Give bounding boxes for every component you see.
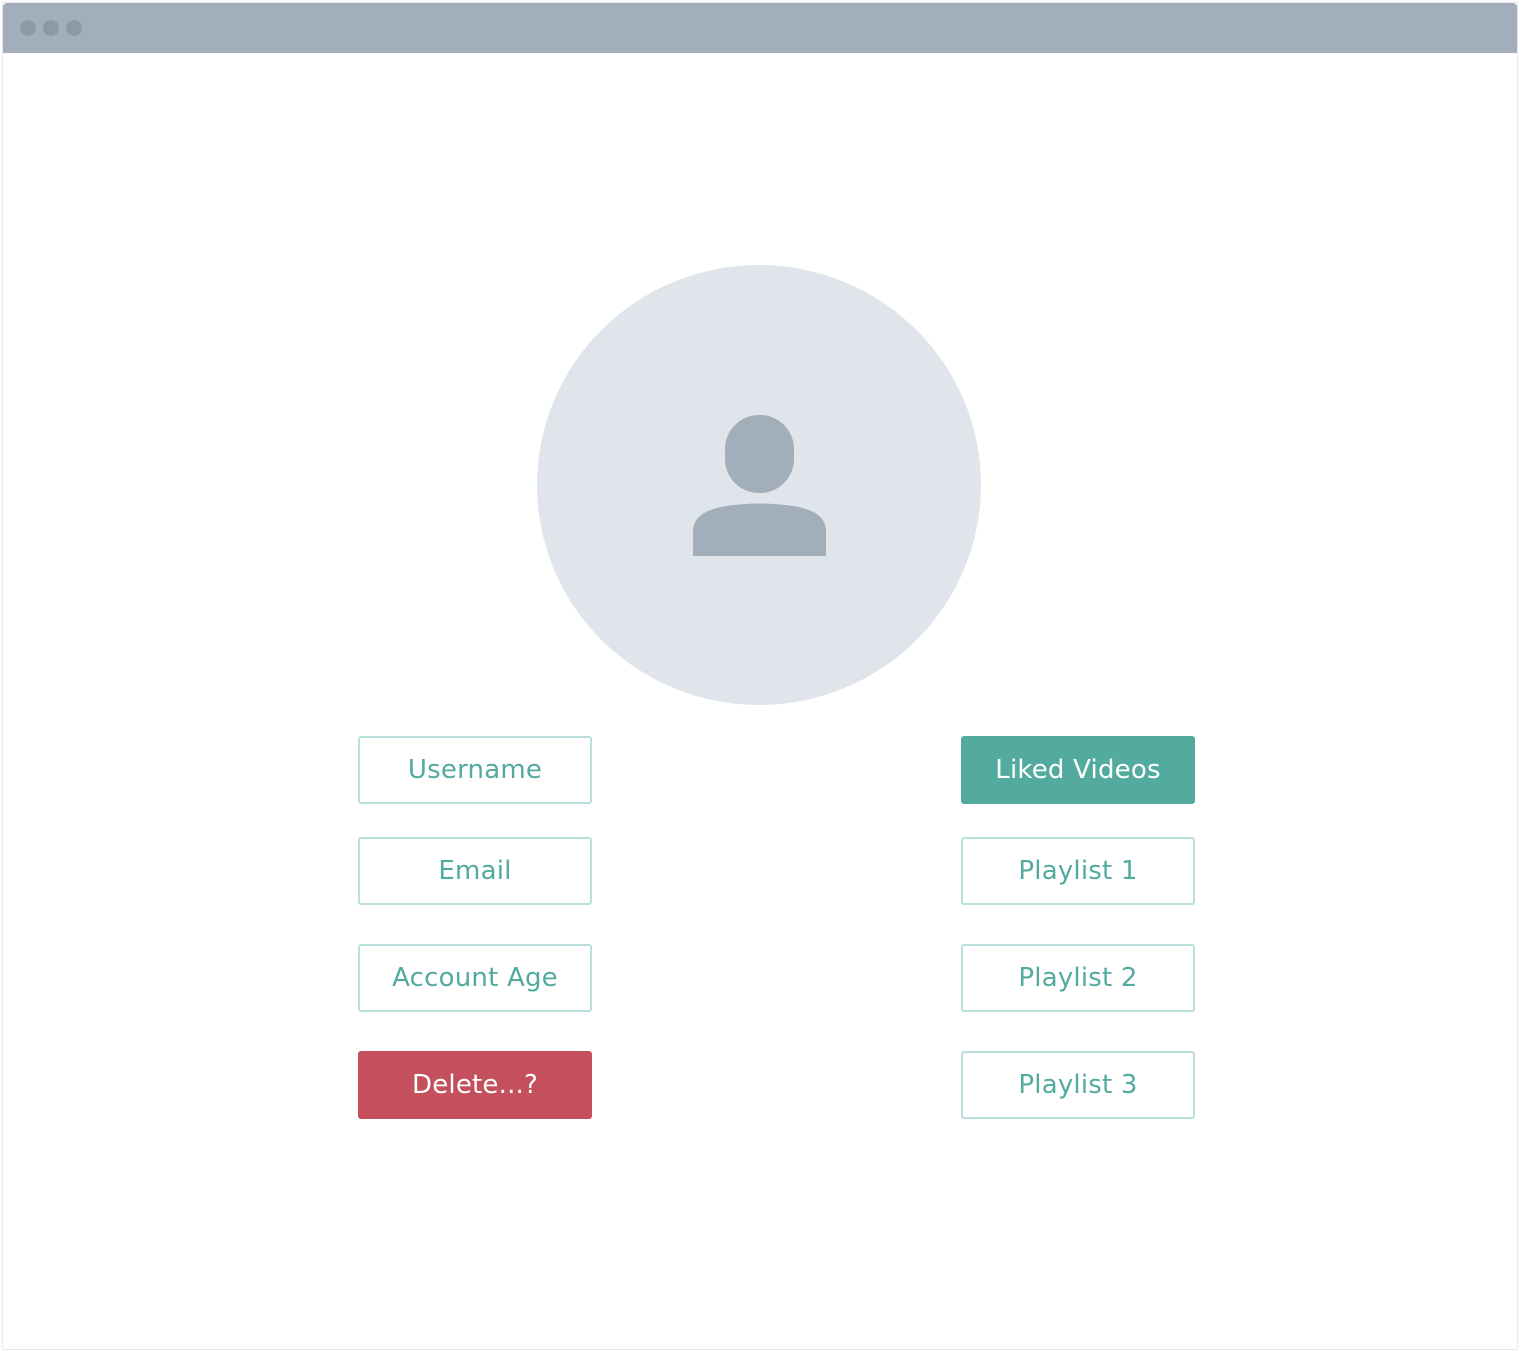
user-silhouette-icon [693, 415, 826, 556]
liked-videos-button[interactable]: Liked Videos [961, 736, 1195, 804]
playlist-1-button[interactable]: Playlist 1 [961, 837, 1195, 905]
window-maximize-dot[interactable] [66, 20, 82, 36]
delete-account-button[interactable]: Delete...? [358, 1051, 592, 1119]
window-close-dot[interactable] [20, 20, 36, 36]
email-button[interactable]: Email [358, 837, 592, 905]
playlist-2-button[interactable]: Playlist 2 [961, 944, 1195, 1012]
profile-avatar[interactable] [537, 265, 981, 705]
playlist-3-button[interactable]: Playlist 3 [961, 1051, 1195, 1119]
username-button[interactable]: Username [358, 736, 592, 804]
account-age-button[interactable]: Account Age [358, 944, 592, 1012]
window-minimize-dot[interactable] [43, 20, 59, 36]
window-titlebar [3, 3, 1517, 53]
